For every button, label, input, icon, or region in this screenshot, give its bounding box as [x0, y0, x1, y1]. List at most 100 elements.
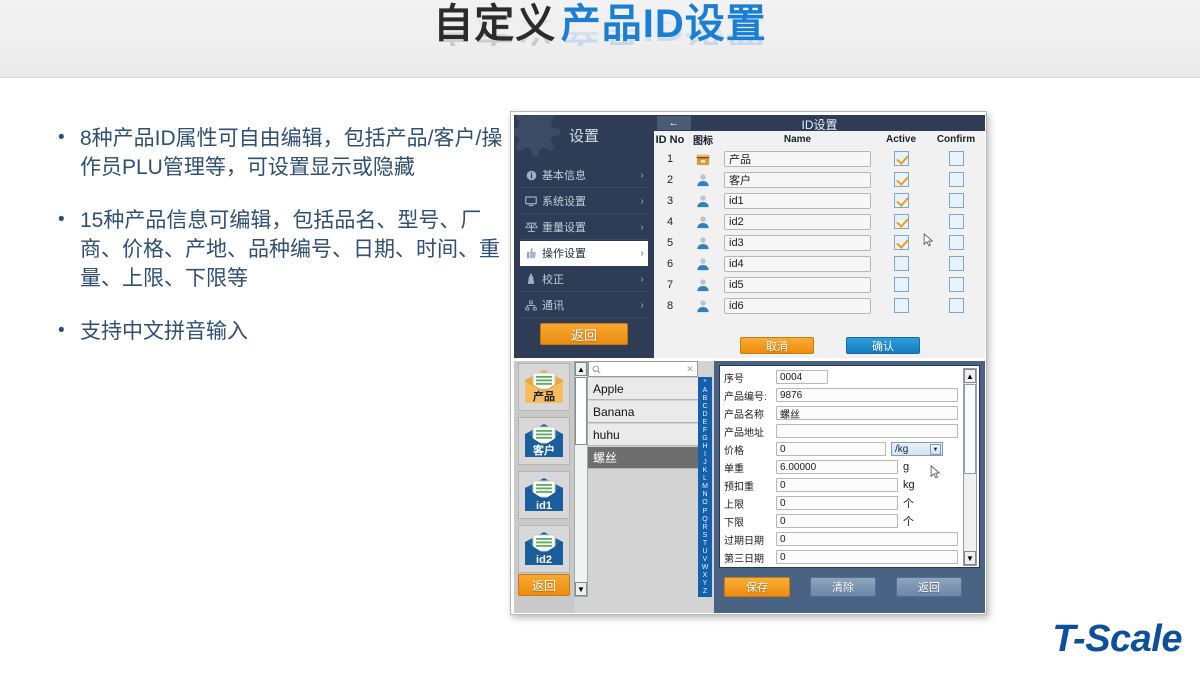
list-item[interactable]: Banana [588, 401, 698, 423]
scrollbar-thumb[interactable] [964, 384, 976, 474]
confirm-checkbox[interactable] [948, 214, 964, 229]
name-input[interactable]: id5 [724, 276, 871, 293]
price-input[interactable]: 0 [776, 442, 886, 456]
name-input[interactable]: id3 [724, 234, 871, 251]
alpha-index-entry[interactable]: B [703, 395, 708, 402]
name-input[interactable]: id1 [724, 192, 871, 209]
confirm-checkbox[interactable] [948, 298, 964, 313]
alpha-index-entry[interactable]: G [702, 435, 707, 442]
alpha-index-entry[interactable]: F [703, 427, 707, 434]
alpha-index-entry[interactable]: C [702, 403, 707, 410]
name-input[interactable]: 客户 [724, 171, 871, 188]
unit-weight-input[interactable]: 6.00000 [776, 460, 898, 474]
alpha-index-entry[interactable]: Y [703, 580, 708, 587]
active-checkbox[interactable] [893, 277, 909, 292]
scrollbar-thumb[interactable] [575, 377, 587, 445]
scroll-up-icon[interactable]: ▲ [964, 369, 976, 383]
product-code-input[interactable]: 9876 [776, 388, 958, 402]
name-input[interactable]: id2 [724, 213, 871, 230]
active-checkbox[interactable] [893, 298, 909, 313]
expiry-date-input[interactable]: 0 [776, 532, 958, 546]
confirm-checkbox[interactable] [948, 172, 964, 187]
alpha-index-entry[interactable]: E [703, 419, 708, 426]
back-button[interactable]: 返回 [896, 577, 962, 597]
alpha-index-entry[interactable]: H [702, 443, 707, 450]
third-date-input[interactable]: 0 [776, 550, 958, 564]
scroll-down-icon[interactable]: ▼ [575, 582, 587, 596]
sidebar-item-calibration[interactable]: 校正 › [520, 267, 648, 292]
scroll-up-icon[interactable]: ▲ [575, 362, 587, 376]
page-title-dark: 自定义 [433, 2, 557, 46]
search-bar[interactable]: ✕ [588, 361, 698, 377]
price-unit-select[interactable]: /kg ▼ [891, 442, 943, 456]
confirm-checkbox[interactable] [948, 235, 964, 250]
plu-back-button[interactable]: 返回 [518, 574, 570, 596]
sidebar-item-operation-settings[interactable]: 操作设置 › [520, 241, 648, 266]
alpha-index-entry[interactable]: U [702, 548, 707, 555]
confirm-checkbox[interactable] [948, 193, 964, 208]
active-checkbox[interactable] [893, 172, 909, 187]
name-input[interactable]: id6 [724, 297, 871, 314]
active-checkbox[interactable] [893, 235, 909, 250]
alpha-index-entry[interactable]: Q [702, 516, 707, 523]
form-scrollbar[interactable]: ▲ ▼ [963, 368, 977, 566]
name-input[interactable]: 产品 [724, 150, 871, 167]
chevron-down-icon[interactable]: ▼ [930, 444, 941, 455]
alpha-index-entry[interactable]: T [703, 540, 707, 547]
list-item[interactable]: huhu [588, 424, 698, 446]
alpha-index-entry[interactable]: Z [703, 588, 707, 595]
alpha-index-entry[interactable]: L [703, 475, 707, 482]
active-checkbox[interactable] [893, 193, 909, 208]
alpha-index-entry[interactable]: M [702, 483, 708, 490]
mouse-cursor-icon [923, 233, 934, 247]
alpha-index-entry[interactable]: * [704, 379, 707, 386]
upper-limit-input[interactable]: 0 [776, 496, 898, 510]
alpha-index-entry[interactable]: V [703, 556, 708, 563]
alpha-index-entry[interactable]: R [702, 524, 707, 531]
name-input[interactable]: id4 [724, 255, 871, 272]
confirm-checkbox[interactable] [948, 256, 964, 271]
alpha-index-entry[interactable]: K [703, 467, 708, 474]
tab-id1[interactable]: id1 [518, 471, 570, 519]
lower-limit-input[interactable]: 0 [776, 514, 898, 528]
product-address-input[interactable] [776, 424, 958, 438]
sidebar-item-system-settings[interactable]: 系统设置 › [520, 189, 648, 214]
active-checkbox[interactable] [893, 214, 909, 229]
alpha-index-entry[interactable]: W [702, 564, 709, 571]
alpha-index-entry[interactable]: X [703, 572, 708, 579]
list-scrollbar[interactable]: ▲ ▼ [574, 361, 588, 597]
active-checkbox[interactable] [893, 151, 909, 166]
alpha-index-entry[interactable]: D [702, 411, 707, 418]
cancel-button[interactable]: 取消 [740, 337, 814, 354]
clear-button[interactable]: 清除 [810, 577, 876, 597]
sidebar-item-basic-info[interactable]: 基本信息 › [520, 163, 648, 188]
tab-product[interactable]: 产品 [518, 363, 570, 411]
active-checkbox[interactable] [893, 256, 909, 271]
save-button[interactable]: 保存 [724, 577, 790, 597]
product-name-input[interactable]: 螺丝 [776, 406, 958, 421]
alpha-index-entry[interactable]: I [704, 451, 706, 458]
alpha-index-entry[interactable]: A [703, 387, 708, 394]
alpha-index-entry[interactable]: S [703, 532, 708, 539]
alphabet-index[interactable]: * A B C D E F G H I J K L M N O P Q R S … [698, 377, 712, 597]
alpha-index-entry[interactable]: J [703, 459, 707, 466]
serial-input[interactable]: 0004 [776, 370, 828, 384]
scroll-down-icon[interactable]: ▼ [964, 551, 976, 565]
sidebar-back-button[interactable]: 返回 [540, 323, 628, 345]
form-row-third-date: 第三日期 0 [720, 548, 962, 566]
alpha-index-entry[interactable]: O [702, 499, 707, 506]
sidebar-item-weight-settings[interactable]: 重量设置 › [520, 215, 648, 240]
tab-id2[interactable]: id2 [518, 525, 570, 573]
list-item[interactable]: 螺丝 [588, 447, 698, 469]
close-icon[interactable]: ✕ [683, 364, 697, 375]
list-item[interactable]: Apple [588, 378, 698, 400]
tare-input[interactable]: 0 [776, 478, 898, 492]
confirm-checkbox[interactable] [948, 277, 964, 292]
confirm-checkbox[interactable] [948, 151, 964, 166]
column-header-name: Name [783, 134, 812, 145]
confirm-button[interactable]: 确认 [846, 337, 920, 354]
alpha-index-entry[interactable]: N [702, 491, 707, 498]
sidebar-item-communication[interactable]: 通讯 › [520, 293, 648, 318]
alpha-index-entry[interactable]: P [703, 508, 708, 515]
tab-customer[interactable]: 客户 [518, 417, 570, 465]
